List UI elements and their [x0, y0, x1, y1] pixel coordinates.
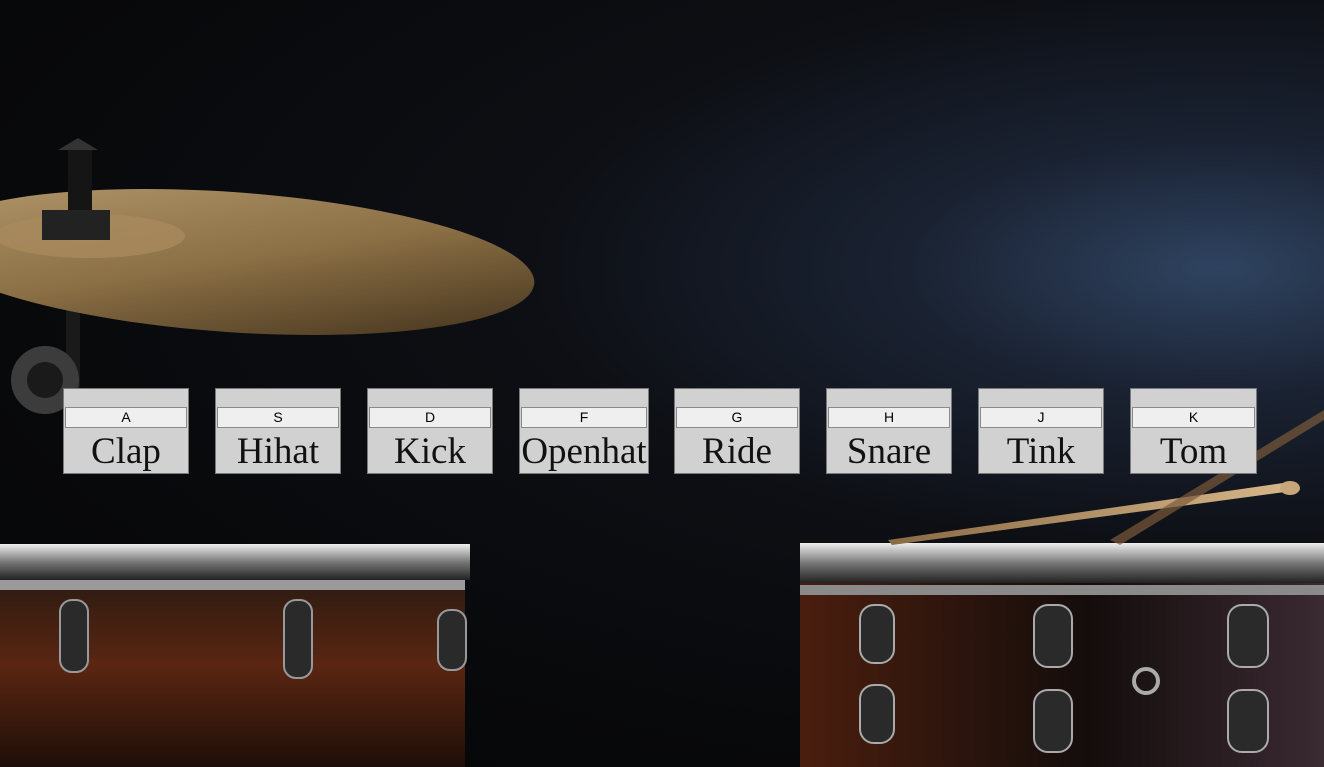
pad-openhat[interactable]: F Openhat [519, 388, 649, 474]
pad-hihat[interactable]: S Hihat [215, 388, 341, 474]
pad-key: J [980, 407, 1102, 428]
pad-sound: Ride [702, 431, 772, 472]
pad-key: H [828, 407, 950, 428]
drum-kit-background [0, 138, 1324, 767]
pad-sound: Tink [1006, 431, 1076, 472]
pad-key: K [1132, 407, 1255, 428]
pad-key: F [521, 407, 647, 428]
pad-key: G [676, 407, 798, 428]
pad-sound: Snare [846, 431, 932, 472]
drum-pads: A Clap S Hihat D Kick F Openhat G Ride H… [0, 388, 1324, 476]
pad-ride[interactable]: G Ride [674, 388, 800, 474]
pad-key: A [65, 407, 187, 428]
pad-kick[interactable]: D Kick [367, 388, 493, 474]
cymbal [0, 138, 535, 414]
pad-sound: Hihat [236, 431, 320, 472]
tom-drum-right [800, 543, 1324, 767]
pad-key: D [369, 407, 491, 428]
pad-key: S [217, 407, 339, 428]
pad-sound: Openhat [521, 431, 647, 472]
pad-clap[interactable]: A Clap [63, 388, 189, 474]
pad-sound: Kick [394, 431, 466, 472]
pad-sound: Tom [1159, 431, 1228, 472]
pad-tink[interactable]: J Tink [978, 388, 1104, 474]
pad-snare[interactable]: H Snare [826, 388, 952, 474]
pad-tom[interactable]: K Tom [1130, 388, 1257, 474]
pad-sound: Clap [91, 431, 161, 472]
snare-drum-left [0, 544, 470, 767]
